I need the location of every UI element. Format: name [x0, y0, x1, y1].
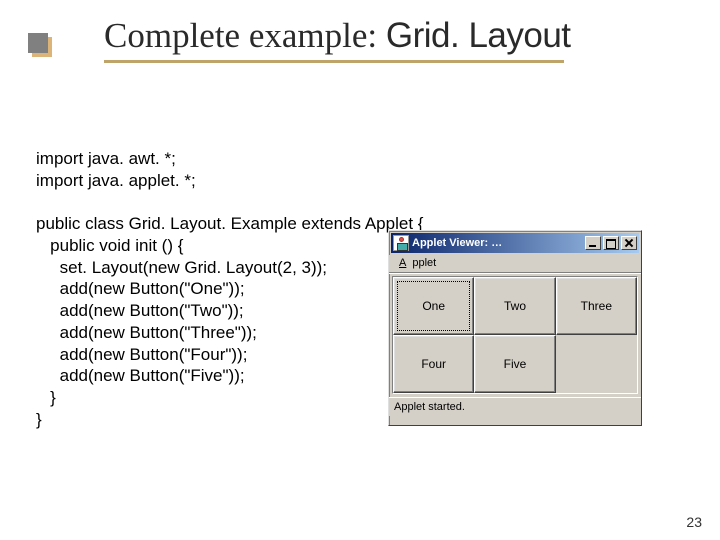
- menu-item-applet-text: pplet: [406, 256, 442, 270]
- applet-status-bar: Applet started.: [389, 397, 641, 416]
- code-line: public class Grid. Layout. Example exten…: [36, 214, 423, 233]
- minimize-button[interactable]: [585, 236, 601, 250]
- close-button[interactable]: [621, 236, 637, 250]
- button-two[interactable]: Two: [474, 277, 555, 335]
- applet-viewer-window[interactable]: Applet Viewer: … Applet One Two Three Fo…: [388, 230, 642, 426]
- button-three[interactable]: Three: [556, 277, 637, 335]
- button-four[interactable]: Four: [393, 335, 474, 393]
- code-line: add(new Button("One"));: [36, 279, 245, 298]
- empty-grid-cell: [556, 335, 637, 393]
- code-line: import java. awt. *;: [36, 149, 176, 168]
- window-titlebar[interactable]: Applet Viewer: …: [391, 233, 639, 253]
- grid-layout-container: One Two Three Four Five: [393, 277, 637, 393]
- code-block: import java. awt. *; import java. applet…: [36, 126, 423, 452]
- slide-title-prefix: Complete example:: [104, 16, 386, 55]
- window-controls: [583, 236, 637, 250]
- code-line: add(new Button("Three"));: [36, 323, 257, 342]
- code-line: set. Layout(new Grid. Layout(2, 3));: [36, 258, 327, 277]
- slide-accent-square: [28, 33, 48, 53]
- slide: Complete example: Grid. Layout import ja…: [0, 0, 720, 540]
- code-line: }: [36, 410, 42, 429]
- title-underline: [104, 60, 564, 63]
- applet-client-area: One Two Three Four Five: [392, 276, 638, 394]
- java-applet-icon: [393, 235, 409, 251]
- button-one[interactable]: One: [393, 277, 474, 335]
- menu-bar: Applet: [389, 255, 641, 273]
- code-line: add(new Button("Five"));: [36, 366, 245, 385]
- code-line: }: [36, 388, 56, 407]
- code-line: add(new Button("Two"));: [36, 301, 244, 320]
- menu-item-applet[interactable]: Applet: [393, 256, 448, 270]
- slide-title-main: Grid. Layout: [386, 16, 571, 55]
- code-line: import java. applet. *;: [36, 171, 196, 190]
- maximize-button[interactable]: [603, 236, 619, 250]
- code-line: public void init () {: [36, 236, 183, 255]
- button-five[interactable]: Five: [474, 335, 555, 393]
- code-line: add(new Button("Four"));: [36, 345, 247, 364]
- page-number: 23: [686, 514, 702, 530]
- window-title: Applet Viewer: …: [412, 237, 583, 249]
- slide-title: Complete example: Grid. Layout: [104, 16, 571, 56]
